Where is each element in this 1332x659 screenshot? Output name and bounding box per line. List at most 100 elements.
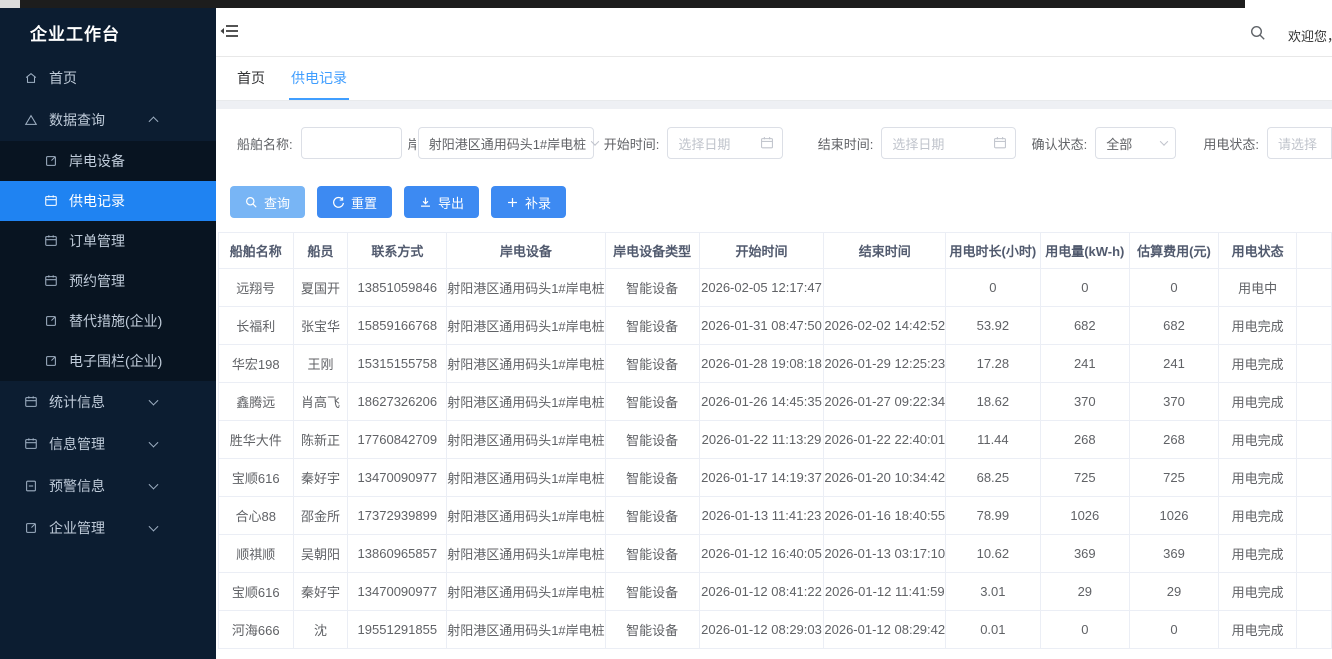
sidebar: 企业工作台 首页 数据查询 岸电设备 <box>0 0 216 659</box>
table-cell: 胜华大件 <box>219 421 294 459</box>
document-icon <box>24 521 39 535</box>
sidebar-item-warning-info[interactable]: 预警信息 <box>0 465 216 507</box>
table-cell: 2026-01-13 11:41:23 <box>699 497 824 535</box>
search-icon[interactable] <box>1250 25 1266 46</box>
document-icon <box>44 154 59 168</box>
document-icon <box>24 479 39 493</box>
chevron-down-icon <box>149 396 159 406</box>
chevron-down-icon <box>149 522 159 532</box>
table-cell-empty <box>1297 573 1332 611</box>
table-cell: 370 <box>1040 383 1129 421</box>
table-cell: 智能设备 <box>605 421 699 459</box>
confirm-status-select[interactable]: 全部 <box>1095 127 1176 159</box>
table-cell: 2026-01-28 19:08:18 <box>699 345 824 383</box>
sidebar-item-home[interactable]: 首页 <box>0 57 216 99</box>
table-cell-empty <box>1297 307 1332 345</box>
table-cell: 2026-01-17 14:19:37 <box>699 459 824 497</box>
end-date-input[interactable]: 选择日期 <box>881 127 1015 159</box>
table-row: 华宏198王刚15315155758射阳港区通用码头1#岸电桩智能设备2026-… <box>219 345 1332 383</box>
table-cell: 用电完成 <box>1218 535 1296 573</box>
table-cell: 68.25 <box>946 459 1041 497</box>
sidebar-item-reservation-management[interactable]: 预约管理 <box>0 261 216 301</box>
menu-fold-icon[interactable] <box>220 22 240 45</box>
table-cell: 1026 <box>1040 497 1129 535</box>
download-icon <box>419 196 432 209</box>
table-cell: 3.01 <box>946 573 1041 611</box>
sidebar-item-enterprise-management[interactable]: 企业管理 <box>0 507 216 549</box>
power-status-label: 用电状态: <box>1203 134 1259 153</box>
chevron-down-icon <box>149 438 159 448</box>
sidebar-item-order-management[interactable]: 订单管理 <box>0 221 216 261</box>
browser-top-strip <box>0 0 1332 8</box>
export-button[interactable]: 导出 <box>404 186 479 218</box>
query-button[interactable]: 查询 <box>230 186 305 218</box>
table-cell-empty <box>1297 611 1332 649</box>
calendar-icon <box>24 395 39 409</box>
table-cell: 17372939899 <box>348 497 447 535</box>
column-header: 用电量(kW-h) <box>1040 233 1129 269</box>
table-cell: 268 <box>1129 421 1218 459</box>
chevron-down-icon <box>149 480 159 490</box>
table-cell: 2026-01-20 10:34:42 <box>824 459 946 497</box>
table-cell: 241 <box>1040 345 1129 383</box>
table-cell: 宝顺616 <box>219 573 294 611</box>
sidebar-item-electronic-fence[interactable]: 电子围栏(企业) <box>0 341 216 381</box>
table-cell: 0 <box>1129 269 1218 307</box>
chevron-down-icon <box>1160 137 1168 145</box>
calendar-icon <box>44 234 59 248</box>
table-cell: 18627326206 <box>348 383 447 421</box>
sidebar-item-data-query[interactable]: 数据查询 <box>0 99 216 141</box>
table-cell: 0.01 <box>946 611 1041 649</box>
table-cell: 射阳港区通用码头1#岸电桩 <box>447 611 605 649</box>
calendar-icon <box>760 136 774 150</box>
table-row: 河海666沈19551291855射阳港区通用码头1#岸电桩智能设备2026-0… <box>219 611 1332 649</box>
table-cell: 2026-02-02 14:42:52 <box>824 307 946 345</box>
table-cell: 682 <box>1129 307 1218 345</box>
action-bar: 查询 重置 导出 补录 <box>230 186 1332 218</box>
tab-home[interactable]: 首页 <box>237 57 265 100</box>
table-cell: 张宝华 <box>293 307 348 345</box>
table-cell: 智能设备 <box>605 497 699 535</box>
table-row: 远翔号夏国开13851059846射阳港区通用码头1#岸电桩智能设备2026-0… <box>219 269 1332 307</box>
start-date-input[interactable]: 选择日期 <box>667 127 782 159</box>
table-cell: 顺祺顺 <box>219 535 294 573</box>
sidebar-item-label: 首页 <box>49 68 77 88</box>
table-cell: 2026-01-29 12:25:23 <box>824 345 946 383</box>
chevron-down-icon <box>591 137 599 145</box>
power-status-select[interactable]: 请选择 <box>1267 127 1332 159</box>
sidebar-item-statistics[interactable]: 统计信息 <box>0 381 216 423</box>
table-cell-empty <box>1297 459 1332 497</box>
table-cell: 用电完成 <box>1218 573 1296 611</box>
search-icon <box>245 196 258 209</box>
column-header: 岸电设备类型 <box>605 233 699 269</box>
table-cell: 2026-01-12 08:29:42 <box>824 611 946 649</box>
table-cell-empty <box>1297 497 1332 535</box>
sidebar-item-info-management[interactable]: 信息管理 <box>0 423 216 465</box>
ship-name-input[interactable] <box>301 127 402 159</box>
table-cell: 0 <box>1040 269 1129 307</box>
document-icon <box>44 314 59 328</box>
document-icon <box>44 354 59 368</box>
table-cell: 吴朝阳 <box>293 535 348 573</box>
content-area: 船舶名称: 岸 射阳港区通用码头1#岸电桩 开始时间: 选择日期 结 <box>216 101 1332 651</box>
filter-bar: 船舶名称: 岸 射阳港区通用码头1#岸电桩 开始时间: 选择日期 结 <box>216 109 1332 159</box>
sidebar-item-shore-power-device[interactable]: 岸电设备 <box>0 141 216 181</box>
welcome-text[interactable]: 欢迎您， <box>1288 26 1332 45</box>
table-cell: 智能设备 <box>605 307 699 345</box>
table-cell: 11.44 <box>946 421 1041 459</box>
table-cell: 241 <box>1129 345 1218 383</box>
table-cell: 18.62 <box>946 383 1041 421</box>
table-cell: 0 <box>1040 611 1129 649</box>
add-record-button[interactable]: 补录 <box>491 186 566 218</box>
table-row: 胜华大件陈新正17760842709射阳港区通用码头1#岸电桩智能设备2026-… <box>219 421 1332 459</box>
reset-button[interactable]: 重置 <box>317 186 392 218</box>
calendar-icon <box>44 274 59 288</box>
sidebar-item-alternative-measures[interactable]: 替代措施(企业) <box>0 301 216 341</box>
device-select[interactable]: 射阳港区通用码头1#岸电桩 <box>418 127 594 159</box>
table-cell: 2026-01-12 16:40:05 <box>699 535 824 573</box>
tab-power-records[interactable]: 供电记录 <box>289 57 349 100</box>
table-row: 宝顺616秦好宇13470090977射阳港区通用码头1#岸电桩智能设备2026… <box>219 573 1332 611</box>
sidebar-item-power-records[interactable]: 供电记录 <box>0 181 216 221</box>
table-cell: 725 <box>1129 459 1218 497</box>
main-area: 欢迎您， 首页 供电记录 船舶名称: 岸 射阳港区通用码头1#岸电桩 开始时间: <box>216 8 1332 659</box>
